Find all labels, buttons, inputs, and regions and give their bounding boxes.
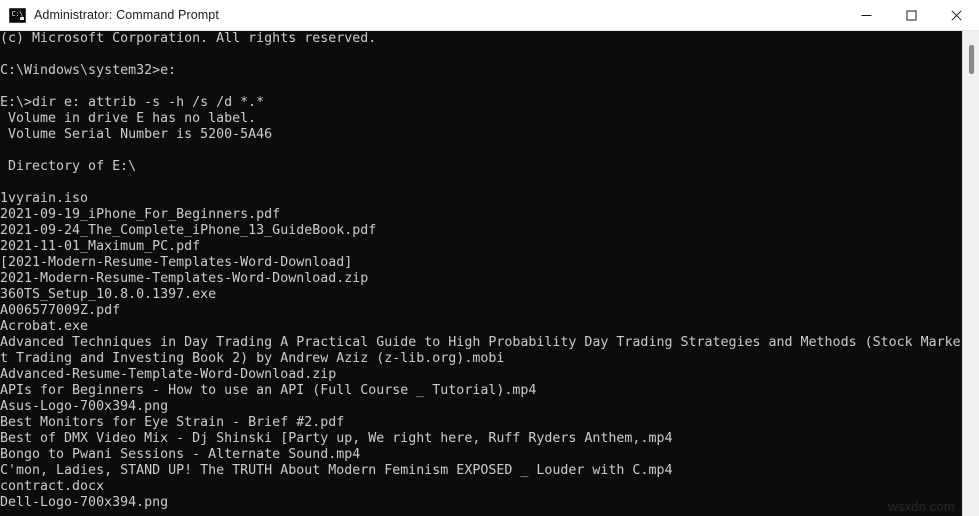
close-button[interactable] bbox=[934, 0, 979, 31]
console-line: Bongo to Pwani Sessions - Alternate Soun… bbox=[0, 447, 361, 462]
maximize-icon bbox=[906, 10, 917, 20]
console-line: Best of DMX Video Mix - Dj Shinski [Part… bbox=[0, 431, 673, 446]
window-titlebar[interactable]: C:\ Administrator: Command Prompt bbox=[0, 0, 979, 31]
console-line: Advanced Techniques in Day Trading A Pra… bbox=[0, 335, 961, 350]
minimize-button[interactable] bbox=[844, 0, 889, 31]
console-line: APIs for Beginners - How to use an API (… bbox=[0, 383, 537, 398]
minimize-icon bbox=[861, 14, 872, 16]
console-line: Best Monitors for Eye Strain - Brief #2.… bbox=[0, 415, 345, 430]
console-line: Asus-Logo-700x394.png bbox=[0, 399, 169, 414]
console-line: Advanced-Resume-Template-Word-Download.z… bbox=[0, 367, 337, 382]
console-line: Directory of E:\ bbox=[0, 159, 137, 174]
titlebar-left-group: C:\ Administrator: Command Prompt bbox=[0, 7, 844, 23]
command-prompt-window: C:\ Administrator: Command Prompt (c) Mi… bbox=[0, 0, 979, 516]
console-line: t Trading and Investing Book 2) by Andre… bbox=[0, 351, 505, 366]
console-output[interactable]: (c) Microsoft Corporation. All rights re… bbox=[0, 31, 962, 516]
command-prompt-icon-caret bbox=[20, 16, 24, 20]
console-vertical-scrollbar[interactable] bbox=[962, 31, 979, 516]
console-line: 2021-11-01_Maximum_PC.pdf bbox=[0, 239, 201, 254]
console-line: E:\>dir e: attrib -s -h /s /d *.* bbox=[0, 95, 265, 110]
console-line: A006577009Z.pdf bbox=[0, 303, 121, 318]
console-line: 2021-09-24_The_Complete_iPhone_13_GuideB… bbox=[0, 223, 377, 238]
console-line: contract.docx bbox=[0, 479, 105, 494]
console-line: Volume Serial Number is 5200-5A46 bbox=[0, 127, 273, 142]
console-line: 360TS_Setup_10.8.0.1397.exe bbox=[0, 287, 217, 302]
console-area[interactable]: (c) Microsoft Corporation. All rights re… bbox=[0, 31, 979, 516]
console-line: 1vyrain.iso bbox=[0, 191, 89, 206]
maximize-button[interactable] bbox=[889, 0, 934, 31]
scrollbar-thumb[interactable] bbox=[969, 45, 974, 74]
window-controls bbox=[844, 0, 979, 31]
console-line: C:\Windows\system32>e: bbox=[0, 63, 177, 78]
console-line: Volume in drive E has no label. bbox=[0, 111, 257, 126]
console-line: C'mon, Ladies, STAND UP! The TRUTH About… bbox=[0, 463, 673, 478]
console-line: Acrobat.exe bbox=[0, 319, 89, 334]
window-title: Administrator: Command Prompt bbox=[34, 8, 219, 22]
console-line: [2021-Modern-Resume-Templates-Word-Downl… bbox=[0, 255, 353, 270]
console-line: (c) Microsoft Corporation. All rights re… bbox=[0, 31, 377, 46]
console-line: 2021-Modern-Resume-Templates-Word-Downlo… bbox=[0, 271, 369, 286]
console-line: Dell-Logo-700x394.png bbox=[0, 495, 169, 510]
console-line: 2021-09-19_iPhone_For_Beginners.pdf bbox=[0, 207, 281, 222]
command-prompt-icon: C:\ bbox=[9, 7, 26, 23]
close-icon bbox=[951, 9, 962, 21]
